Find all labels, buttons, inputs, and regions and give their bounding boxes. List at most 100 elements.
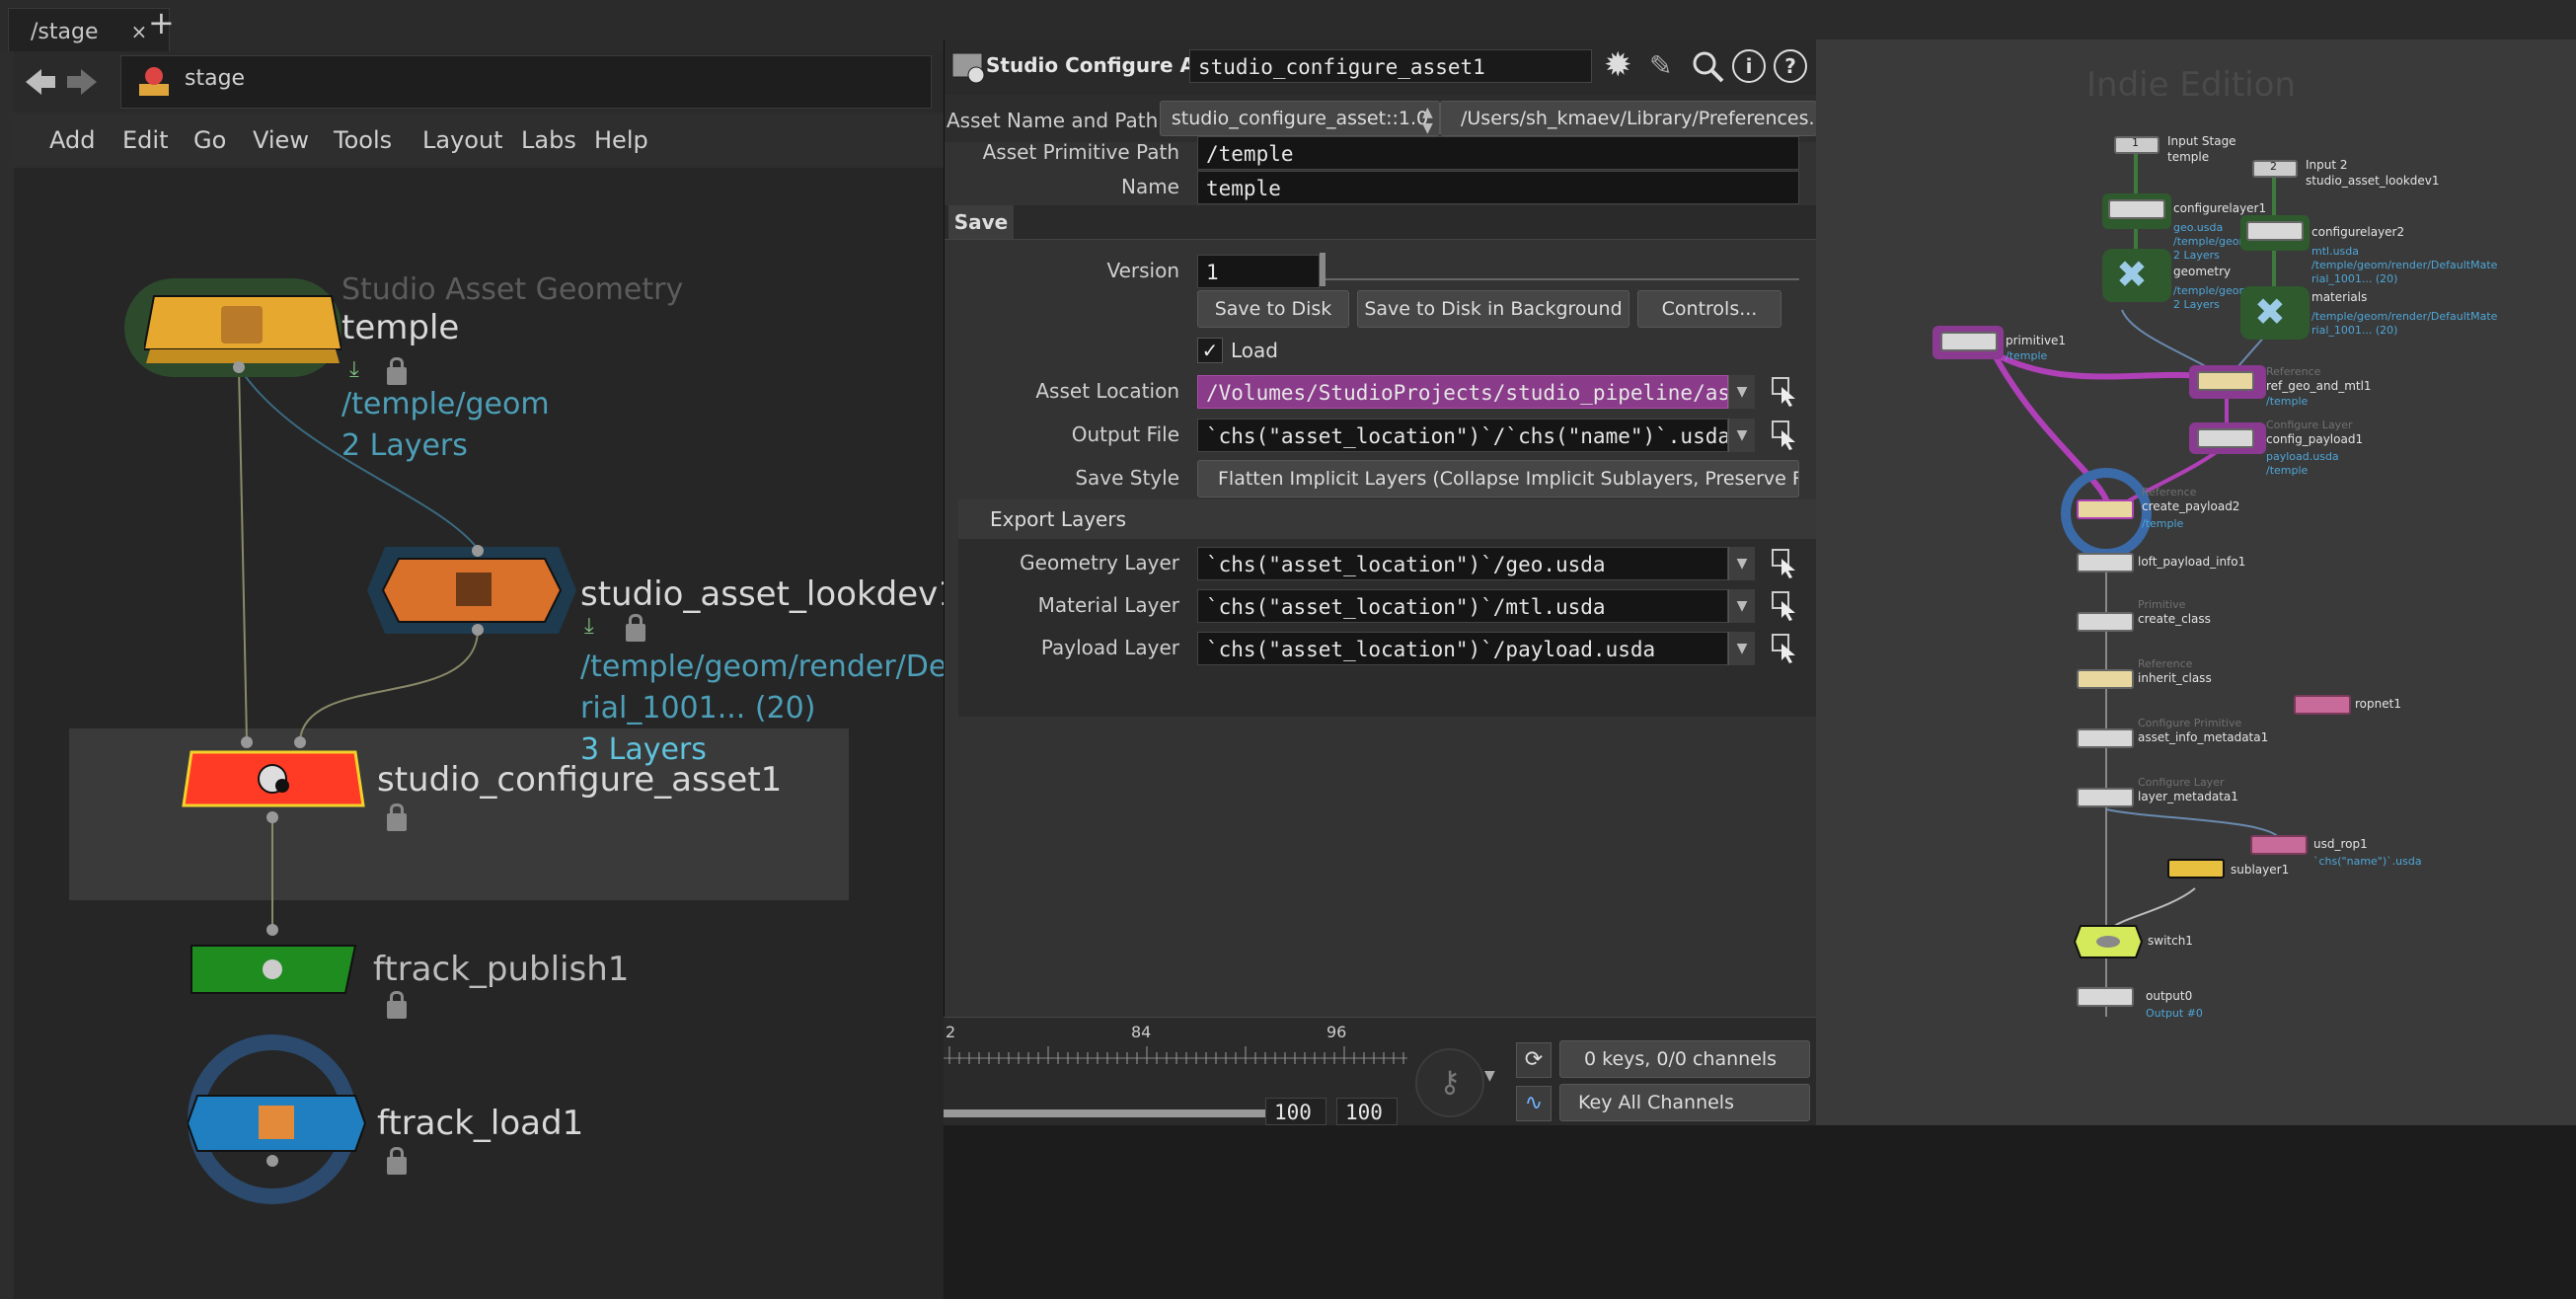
search-icon[interactable] <box>1691 49 1724 83</box>
range-start-field[interactable]: 100 <box>1265 1098 1326 1125</box>
asset-location-field[interactable]: /Volumes/StudioProjects/studio_pipeline/… <box>1197 375 1728 409</box>
load-node-shape[interactable] <box>188 1094 367 1153</box>
file-chooser-icon[interactable] <box>1772 634 1797 663</box>
parameter-titlebar: Studio Configure Asset studio_configure_… <box>945 39 1817 96</box>
geometry-layer-field[interactable]: `chs("asset_location")`/geo.usda <box>1197 547 1728 580</box>
load-flag-icon[interactable]: ⤓ <box>349 357 359 382</box>
parameter-panel: Studio Configure Asset studio_configure_… <box>944 39 1827 1125</box>
asset-path-dropdown[interactable]: /Users/sh_kmaev/Library/Preferences... <box>1440 101 1827 136</box>
material-layer-label: Material Layer <box>1037 593 1179 617</box>
node-picker-icon[interactable] <box>1772 377 1797 407</box>
lock-icon[interactable] <box>387 357 407 385</box>
input-stage-sub: temple <box>2167 150 2210 164</box>
node-name-field[interactable]: studio_configure_asset1 <box>1189 49 1592 83</box>
create-payload-node[interactable] <box>2077 499 2134 519</box>
refresh-icon[interactable]: ⟳ <box>1516 1042 1552 1078</box>
lookdev-node-path-cont: rial_1001... (20) <box>580 691 816 726</box>
ropnet-node[interactable] <box>2294 695 2351 715</box>
lookdev-node-shape[interactable] <box>365 545 578 636</box>
asset-info-node[interactable] <box>2077 728 2134 748</box>
temple-node-shape[interactable] <box>144 292 341 367</box>
lock-icon[interactable] <box>626 614 645 642</box>
load-output-dot[interactable] <box>266 1155 278 1167</box>
channel-curve-icon[interactable]: ∿ <box>1516 1086 1552 1121</box>
chevron-down-icon[interactable]: ▼ <box>1728 419 1755 452</box>
chevron-down-icon[interactable]: ▼ <box>1484 1068 1495 1084</box>
loft-payload-node[interactable] <box>2077 553 2134 573</box>
input-stage-number: 1 <box>2132 136 2139 149</box>
keys-channels-dropdown[interactable]: 0 keys, 0/0 channels <box>1559 1040 1810 1078</box>
timeline-ruler[interactable] <box>944 1036 1407 1076</box>
create-payload-label: create_payload2 <box>2142 499 2240 513</box>
ref-geo-node[interactable] <box>2197 371 2254 391</box>
material-layer-field[interactable]: `chs("asset_location")`/mtl.usda <box>1197 589 1728 623</box>
save-to-disk-background-button[interactable]: Save to Disk in Background <box>1357 290 1629 328</box>
layer-metadata-node[interactable] <box>2077 788 2134 807</box>
input-2-number: 2 <box>2270 160 2277 173</box>
configurelayer1-sub: geo.usda <box>2173 221 2224 234</box>
chevron-down-icon[interactable]: ▼ <box>1728 375 1755 409</box>
config-payload-label: config_payload1 <box>2266 432 2364 446</box>
output-node[interactable] <box>2077 987 2134 1007</box>
primitive1-sub: /temple <box>2006 349 2048 362</box>
info-icon[interactable]: i <box>1732 49 1766 83</box>
asset-type-dropdown[interactable]: studio_configure_asset::1.0 <box>1160 101 1440 136</box>
lookdev-output-dot[interactable] <box>472 624 484 636</box>
geometry-sub: /temple/geom <box>2173 284 2250 297</box>
publish-input-dot[interactable] <box>266 924 278 936</box>
configure-node-name: studio_configure_asset1 <box>377 760 783 800</box>
temple-node-path: /temple/geom <box>341 387 550 421</box>
tab-save[interactable]: Save <box>948 205 1014 239</box>
switch-node[interactable] <box>2073 924 2144 959</box>
gear-icon[interactable]: ✹ <box>1604 45 1632 85</box>
save-style-dropdown[interactable]: Flatten Implicit Layers (Collapse Implic… <box>1197 460 1799 497</box>
lock-icon[interactable] <box>387 803 407 831</box>
primitive1-node[interactable] <box>1940 332 1998 351</box>
geometry-node-icon[interactable]: ✖ <box>2116 255 2148 294</box>
publish-node-shape[interactable] <box>189 944 357 995</box>
temple-output-dot[interactable] <box>233 361 245 373</box>
configurelayer1-node[interactable] <box>2108 199 2165 219</box>
usd-rop-node[interactable] <box>2250 835 2308 855</box>
secondary-network-view[interactable]: Indie Edition 1 Input Stage temple 2 Inp… <box>1816 39 2576 1125</box>
configure-input-dot-1[interactable] <box>241 736 253 748</box>
version-slider-handle[interactable] <box>1320 253 1326 286</box>
version-slider[interactable] <box>1322 265 1799 280</box>
version-field[interactable]: 1 <box>1197 255 1320 288</box>
file-chooser-icon[interactable] <box>1772 420 1797 450</box>
configure-output-dot[interactable] <box>266 811 278 823</box>
chevron-down-icon[interactable]: ▼ <box>1728 632 1755 665</box>
brush-icon[interactable]: ✎ <box>1649 49 1672 82</box>
sublayer-node[interactable] <box>2167 859 2225 879</box>
help-icon[interactable]: ? <box>1774 49 1807 83</box>
name-field[interactable]: temple <box>1197 171 1799 204</box>
configurelayer2-node[interactable] <box>2246 221 2304 241</box>
chevron-down-icon[interactable]: ▼ <box>1728 589 1755 623</box>
config-payload-node[interactable] <box>2197 428 2254 448</box>
materials-node-icon[interactable]: ✖ <box>2254 292 2286 332</box>
file-chooser-icon[interactable] <box>1772 549 1797 578</box>
key-icon[interactable]: ⚷ <box>1415 1048 1484 1117</box>
load-checkbox[interactable]: ✓ <box>1197 338 1223 363</box>
key-all-channels-button[interactable]: Key All Channels <box>1559 1084 1810 1121</box>
prim-path-field[interactable]: /temple <box>1197 136 1799 170</box>
load-flag-icon[interactable]: ⤓ <box>584 614 594 639</box>
range-bar[interactable] <box>944 1109 1265 1117</box>
output-file-field[interactable]: `chs("asset_location")`/`chs("name")`.us… <box>1197 419 1728 452</box>
file-chooser-icon[interactable] <box>1772 591 1797 621</box>
range-end-field[interactable]: 100 <box>1336 1098 1398 1125</box>
chevron-down-icon[interactable]: ▼ <box>1728 547 1755 580</box>
updown-arrow-icon[interactable]: ▲ ▼ <box>1422 105 1433 136</box>
save-to-disk-button[interactable]: Save to Disk <box>1197 290 1349 328</box>
sublayer-label: sublayer1 <box>2231 863 2290 877</box>
inherit-class-node[interactable] <box>2077 669 2134 689</box>
lock-icon[interactable] <box>387 991 407 1019</box>
configure-node-shape[interactable] <box>182 750 365 809</box>
create-class-node[interactable] <box>2077 612 2134 632</box>
configure-input-dot-2[interactable] <box>294 736 306 748</box>
controls-button[interactable]: Controls... <box>1637 290 1781 328</box>
lookdev-node-name: studio_asset_lookdev1 <box>580 574 959 614</box>
lock-icon[interactable] <box>387 1147 407 1175</box>
lookdev-input-dot[interactable] <box>472 545 484 557</box>
payload-layer-field[interactable]: `chs("asset_location")`/payload.usda <box>1197 632 1728 665</box>
